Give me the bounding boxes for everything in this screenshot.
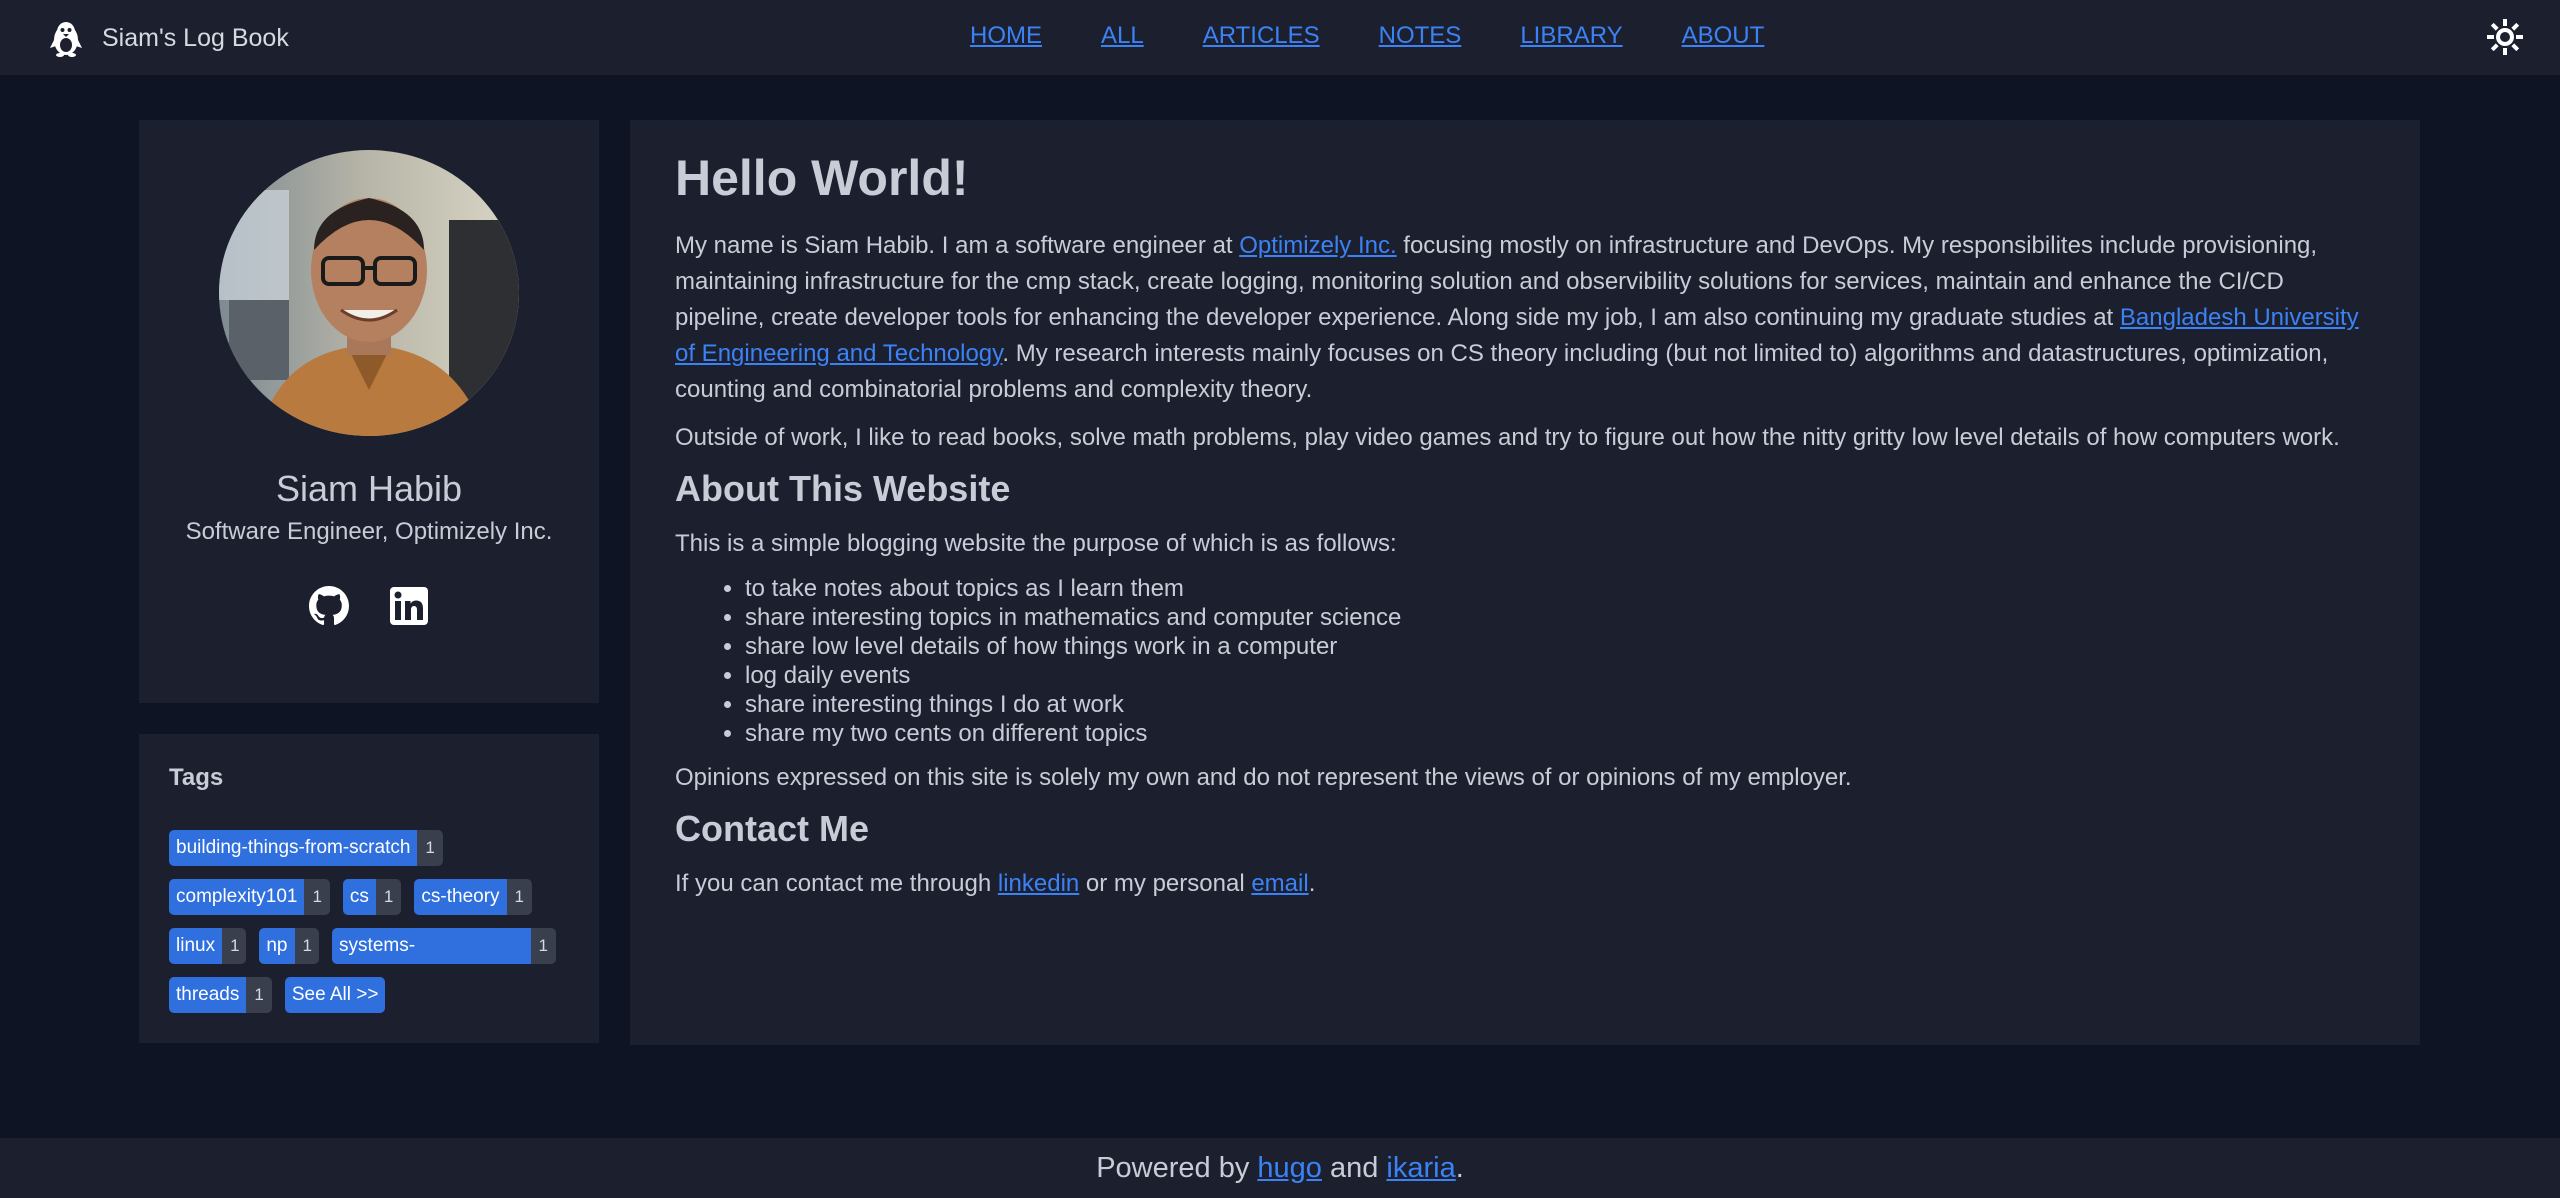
tag-name: cs-theory	[414, 879, 507, 915]
list-item: share low level details of how things wo…	[745, 632, 2375, 661]
tag-row: complexity101 1 cs 1 cs-theory 1	[169, 879, 569, 915]
intro-text: My name is Siam Habib. I am a software e…	[675, 232, 1240, 259]
page-title: Hello World!	[675, 150, 969, 206]
tag-name: linux	[169, 928, 223, 964]
outside-work-paragraph: Outside of work, I like to read books, s…	[675, 424, 2340, 451]
footer-text: Powered by	[1096, 1152, 1258, 1184]
tag-row: threads 1 See All >>	[169, 977, 569, 1013]
footer-text: .	[1455, 1152, 1464, 1184]
profile-name: Siam Habib	[275, 468, 463, 509]
tag-cs[interactable]: cs 1	[342, 879, 402, 915]
intro-paragraph: My name is Siam Habib. I am a software e…	[675, 228, 2375, 408]
nav-articles[interactable]: ARTICLES	[1203, 22, 1320, 50]
tags-card: Tags building-things-from-scratch 1 comp…	[139, 734, 599, 1043]
tag-systems-programming[interactable]: systems-programming 1	[332, 928, 556, 964]
tag-count: 1	[417, 830, 443, 866]
tag-row: linux 1 np 1 systems-programming 1	[169, 928, 569, 964]
tag-name: complexity101	[169, 879, 305, 915]
ikaria-link[interactable]: ikaria	[1386, 1152, 1455, 1184]
tag-complexity101[interactable]: complexity101 1	[169, 879, 330, 915]
tag-name: building-things-from-scratch	[169, 830, 418, 866]
footer: Powered by hugo and ikaria.	[0, 1138, 2560, 1198]
contact-text: If you can contact me through	[675, 870, 998, 897]
tag-linux[interactable]: linux 1	[169, 928, 247, 964]
list-item: log daily events	[745, 661, 2375, 690]
linkedin-text-link[interactable]: linkedin	[998, 870, 1079, 897]
brand[interactable]: Siam's Log Book	[46, 18, 289, 58]
purpose-list: to take notes about topics as I learn th…	[745, 574, 2375, 748]
tag-name: cs	[342, 879, 376, 915]
sun-icon[interactable]	[2486, 18, 2524, 56]
social-links	[139, 586, 599, 626]
about-intro: This is a simple blogging website the pu…	[675, 530, 1397, 557]
list-item: share interesting things I do at work	[745, 690, 2375, 719]
contact-heading: Contact Me	[675, 808, 870, 849]
email-link[interactable]: email	[1251, 870, 1308, 897]
tag-cs-theory[interactable]: cs-theory 1	[414, 879, 532, 915]
nav-library[interactable]: LIBRARY	[1520, 22, 1622, 50]
tag-threads[interactable]: threads 1	[169, 977, 272, 1013]
opinions-paragraph: Opinions expressed on this site is solel…	[675, 764, 1852, 791]
linkedin-link[interactable]	[389, 586, 429, 626]
nav-notes[interactable]: NOTES	[1379, 22, 1462, 50]
avatar	[219, 150, 519, 436]
tag-count: 1	[222, 928, 247, 964]
tags-title: Tags	[169, 764, 224, 791]
tag-count: 1	[506, 879, 532, 915]
tag-name: np	[259, 928, 295, 964]
tag-np[interactable]: np 1	[259, 928, 320, 964]
tag-count: 1	[246, 977, 272, 1013]
footer-text: and	[1321, 1152, 1387, 1184]
contact-text: .	[1308, 870, 1316, 897]
tag-count: 1	[375, 879, 402, 915]
contact-paragraph: If you can contact me through linkedin o…	[675, 866, 2375, 902]
nav-home[interactable]: HOME	[970, 22, 1042, 50]
penguin-icon	[50, 22, 82, 57]
tag-count: 1	[304, 879, 330, 915]
list-item: to take notes about topics as I learn th…	[745, 574, 2375, 603]
profile-card: Siam Habib Software Engineer, Optimizely…	[139, 120, 599, 703]
main-nav: HOME ALL ARTICLES NOTES LIBRARY ABOUT	[970, 22, 1823, 50]
tag-count: 1	[294, 928, 320, 964]
tag-name: threads	[169, 977, 247, 1013]
profile-role: Software Engineer, Optimizely Inc.	[185, 518, 553, 545]
nav-all[interactable]: ALL	[1101, 22, 1144, 50]
optimizely-link[interactable]: Optimizely Inc.	[1239, 232, 1396, 259]
hugo-link[interactable]: hugo	[1257, 1152, 1322, 1184]
brand-title[interactable]: Siam's Log Book	[102, 24, 289, 53]
navbar: Siam's Log Book HOME ALL ARTICLES NOTES …	[0, 0, 2560, 75]
tag-name: systems-programming	[332, 928, 531, 964]
list-item: share my two cents on different topics	[745, 719, 2375, 748]
github-icon	[309, 586, 349, 626]
linkedin-icon	[390, 587, 428, 625]
nav-about[interactable]: ABOUT	[1682, 22, 1765, 50]
about-heading: About This Website	[675, 468, 1011, 509]
main-content: Hello World! My name is Siam Habib. I am…	[630, 120, 2420, 1045]
tag-building-things-from-scratch[interactable]: building-things-from-scratch 1	[169, 830, 443, 866]
tag-row: building-things-from-scratch 1	[169, 830, 569, 866]
tag-count: 1	[530, 928, 556, 964]
github-link[interactable]	[309, 586, 349, 626]
see-all-tags-button[interactable]: See All >>	[284, 977, 386, 1013]
list-item: share interesting topics in mathematics …	[745, 603, 2375, 632]
contact-text: or my personal	[1079, 870, 1252, 897]
